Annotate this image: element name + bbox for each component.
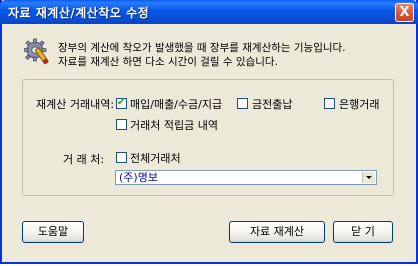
client-label: 거 래 처:	[63, 153, 105, 166]
window-title: 자료 재계산/계산착오 수정	[8, 6, 150, 20]
recalc-items-label: 재계산 거래내역:	[36, 98, 115, 111]
client-select-value: (주)명보	[119, 171, 158, 184]
info-text-line1: 장부의 계산에 착오가 발생했을 때 장부를 재계산하는 기능입니다.	[58, 42, 346, 54]
all-clients-checkbox[interactable]	[116, 152, 127, 163]
client-select[interactable]: (주)명보	[115, 170, 377, 185]
all-clients-label[interactable]: 전체거래처	[130, 150, 181, 166]
info-text-line2: 자료를 재계산 하면 다소 시간이 걸릴 수 있습니다.	[58, 56, 278, 68]
bank-checkbox[interactable]	[324, 98, 335, 109]
recalc-dialog: 자료 재계산/계산착오 수정 X 장부의 계산에 착오가 발생했을 때 장부를 …	[0, 0, 418, 264]
client-accum-label[interactable]: 거래처 적립금 내역	[130, 117, 218, 133]
cash-label[interactable]: 금전출납	[252, 96, 292, 112]
bank-label[interactable]: 은행거래	[339, 96, 379, 112]
sales-purchase-checkbox[interactable]: ✔	[116, 97, 127, 109]
close-button[interactable]: 닫 기	[333, 221, 393, 243]
check-mark-icon: ✔	[117, 97, 126, 108]
close-window-button[interactable]: X	[395, 3, 414, 22]
sales-purchase-label[interactable]: 매입/매출/수금/지급	[130, 96, 222, 112]
help-button[interactable]: 도움말	[22, 221, 84, 243]
cash-checkbox[interactable]	[237, 98, 248, 109]
gear-icon	[24, 38, 49, 65]
client-accum-checkbox[interactable]	[116, 119, 127, 130]
title-bar[interactable]: 자료 재계산/계산착오 수정 X	[0, 0, 418, 24]
chevron-down-icon[interactable]	[362, 172, 375, 183]
recalculate-button[interactable]: 자료 재계산	[229, 221, 325, 243]
